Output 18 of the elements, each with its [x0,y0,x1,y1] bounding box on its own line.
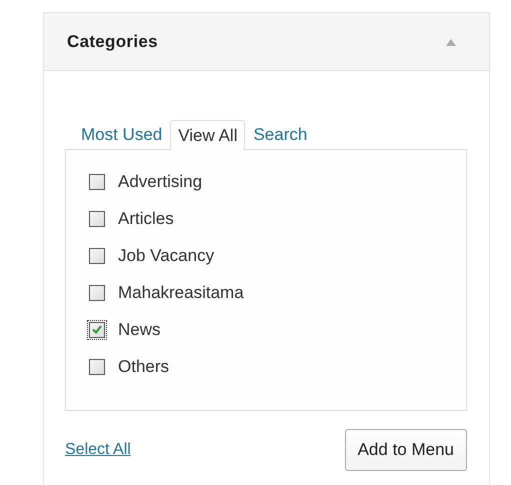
add-to-menu-button[interactable]: Add to Menu [344,429,467,471]
category-checkbox[interactable] [89,210,105,226]
category-checkbox[interactable] [89,248,105,264]
category-tab[interactable]: Search [245,119,316,149]
category-label: Others [118,356,170,376]
category-tab[interactable]: View All [170,120,246,150]
category-checkbox[interactable] [89,284,105,300]
category-label: News [118,320,161,340]
category-label: Articles [118,208,174,228]
panel-title: Categories [67,32,158,52]
category-tab[interactable]: Most Used [73,119,170,149]
category-checkbox[interactable] [89,358,105,374]
category-checkbox[interactable] [89,174,105,190]
category-label: Job Vacancy [118,246,214,266]
category-label: Advertising [118,172,202,192]
category-checkbox[interactable] [89,322,105,338]
category-label: Mahakreasitama [118,282,244,302]
select-all-link[interactable]: Select All [65,441,131,459]
